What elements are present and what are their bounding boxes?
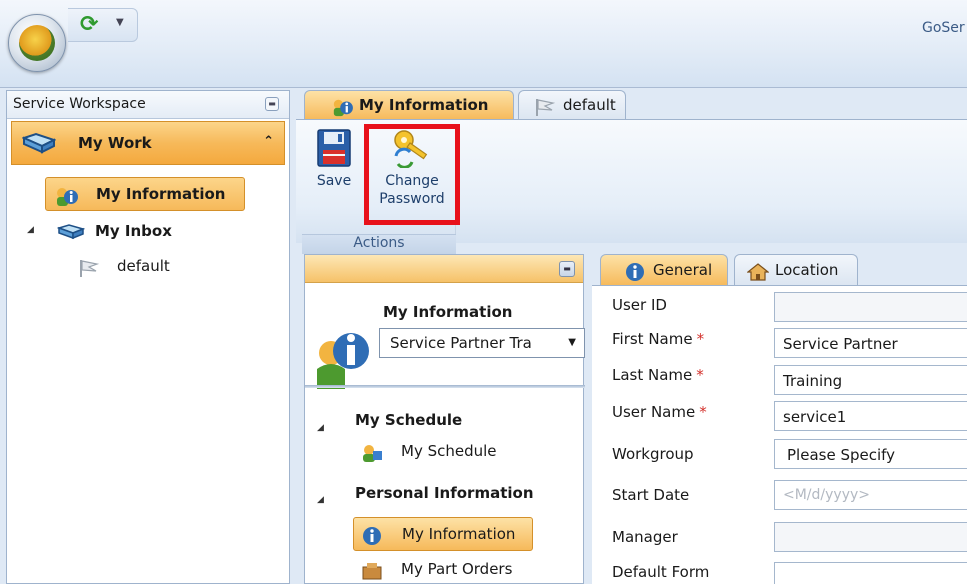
workgroup-label: Workgroup bbox=[612, 445, 694, 463]
app-logo-icon bbox=[19, 25, 55, 61]
default-form-label: Default Form bbox=[612, 563, 710, 581]
default-form-field[interactable] bbox=[774, 562, 967, 584]
section-personal-information[interactable]: Personal Information bbox=[355, 484, 534, 502]
refresh-icon[interactable]: ⟳ bbox=[80, 13, 98, 37]
tab-location[interactable]: Location bbox=[734, 254, 858, 286]
app-menu-orb-button[interactable] bbox=[8, 14, 66, 72]
tab-label: My Information bbox=[359, 96, 489, 114]
save-button[interactable]: Save bbox=[310, 128, 358, 190]
tab-general[interactable]: General bbox=[600, 254, 728, 286]
collapse-triangle-icon[interactable]: ◢ bbox=[317, 423, 324, 433]
first-name-value: Service Partner bbox=[783, 335, 898, 353]
nav-pane-divider bbox=[305, 385, 585, 388]
manager-label: Manager bbox=[612, 528, 678, 546]
manager-field[interactable] bbox=[774, 522, 967, 552]
user-info-icon bbox=[57, 188, 78, 206]
user-select-dropdown[interactable]: Service Partner Tra ▼ bbox=[379, 328, 585, 358]
form-pane: General Location User ID First Name * Ser… bbox=[592, 252, 967, 584]
my-work-label: My Work bbox=[78, 134, 152, 152]
nav-item-my-part-orders[interactable]: My Part Orders bbox=[353, 553, 533, 584]
service-workspace-panel: Service Workspace ▬ My Work ⌃ My Informa… bbox=[6, 90, 290, 584]
tab-label: General bbox=[653, 261, 713, 279]
house-icon bbox=[747, 263, 769, 281]
flag-icon bbox=[536, 99, 556, 116]
nav-item-label: My Part Orders bbox=[401, 560, 513, 578]
expand-triangle-icon[interactable]: ◢ bbox=[27, 225, 34, 235]
sidebar-item-my-inbox[interactable]: ◢ My Inbox bbox=[27, 219, 277, 245]
tab-label: default bbox=[563, 96, 616, 114]
user-info-icon bbox=[333, 99, 353, 117]
workspace-title: Service Workspace bbox=[13, 96, 146, 112]
sidebar-item-default[interactable]: default bbox=[77, 255, 277, 281]
workgroup-select[interactable]: Please Specify bbox=[774, 439, 967, 469]
section-my-schedule[interactable]: My Schedule bbox=[355, 411, 462, 429]
collapse-triangle-icon[interactable]: ◢ bbox=[317, 495, 324, 505]
start-date-field[interactable]: <M/d/yyyy> bbox=[774, 480, 967, 510]
user-name-label-text: User Name bbox=[612, 403, 696, 421]
nav-item-my-schedule[interactable]: My Schedule bbox=[353, 435, 533, 469]
last-name-label: Last Name * bbox=[612, 366, 704, 384]
floppy-disk-icon bbox=[317, 129, 351, 167]
chevron-down-icon: ▼ bbox=[568, 337, 576, 348]
user-select-value: Service Partner Tra bbox=[390, 334, 532, 352]
part-orders-icon bbox=[362, 563, 382, 580]
change-password-highlight bbox=[364, 124, 460, 225]
nav-pane-header: ▬ bbox=[305, 255, 583, 283]
last-name-field[interactable]: Training bbox=[774, 365, 967, 395]
nav-pane-title: My Information bbox=[383, 303, 513, 321]
my-information-nav-pane: ▬ My Information Service Partner Tra ▼ ◢… bbox=[304, 254, 585, 584]
user-name-field[interactable]: service1 bbox=[774, 401, 967, 431]
title-bar: ⟳ ▼ GoSer bbox=[0, 0, 967, 88]
user-name-value: service1 bbox=[783, 408, 847, 426]
chevron-up-icon[interactable]: ⌃ bbox=[263, 134, 274, 149]
sidebar-item-label: default bbox=[117, 257, 170, 275]
user-id-field[interactable] bbox=[774, 292, 967, 322]
flag-icon bbox=[80, 260, 100, 277]
tab-my-information[interactable]: My Information bbox=[304, 90, 514, 120]
start-date-placeholder: <M/d/yyyy> bbox=[783, 487, 871, 503]
start-date-label: Start Date bbox=[612, 486, 690, 504]
app-title: GoSer bbox=[922, 20, 965, 36]
my-work-group-header[interactable]: My Work ⌃ bbox=[11, 121, 285, 165]
ribbon-group-label: Actions bbox=[302, 234, 456, 254]
save-label: Save bbox=[316, 173, 352, 189]
first-name-field[interactable]: Service Partner bbox=[774, 328, 967, 358]
info-icon bbox=[626, 263, 644, 281]
workspace-header: Service Workspace ▬ bbox=[7, 91, 289, 119]
workspace-collapse-button[interactable]: ▬ bbox=[265, 97, 279, 111]
general-form: User ID First Name * Service Partner Last… bbox=[592, 285, 967, 584]
nav-item-my-information[interactable]: My Information bbox=[353, 517, 533, 551]
required-mark: * bbox=[696, 366, 704, 384]
user-name-label: User Name * bbox=[612, 403, 707, 421]
sidebar-item-my-information[interactable]: My Information bbox=[45, 177, 245, 211]
nav-item-label: My Schedule bbox=[401, 442, 497, 460]
quick-access-toolbar: ⟳ ▼ bbox=[68, 8, 138, 42]
user-id-label: User ID bbox=[612, 296, 667, 314]
nav-item-label: My Information bbox=[402, 525, 516, 543]
last-name-label-text: Last Name bbox=[612, 366, 693, 384]
info-icon bbox=[363, 527, 381, 545]
first-name-label-text: First Name bbox=[612, 330, 693, 348]
workgroup-value: Please Specify bbox=[787, 446, 896, 464]
tab-label: Location bbox=[775, 261, 839, 279]
required-mark: * bbox=[699, 403, 707, 421]
schedule-user-icon bbox=[363, 445, 382, 462]
tab-default[interactable]: default bbox=[518, 90, 626, 120]
inbox-tray-icon bbox=[57, 224, 85, 240]
nav-pane-collapse-button[interactable]: ▬ bbox=[559, 261, 575, 277]
sidebar-item-label: My Information bbox=[96, 185, 226, 203]
customize-toolbar-arrow-icon[interactable]: ▼ bbox=[116, 17, 124, 28]
work-tray-icon bbox=[22, 132, 56, 154]
first-name-label: First Name * bbox=[612, 330, 704, 348]
required-mark: * bbox=[696, 330, 705, 348]
sidebar-item-label: My Inbox bbox=[95, 222, 172, 240]
last-name-value: Training bbox=[783, 372, 843, 390]
